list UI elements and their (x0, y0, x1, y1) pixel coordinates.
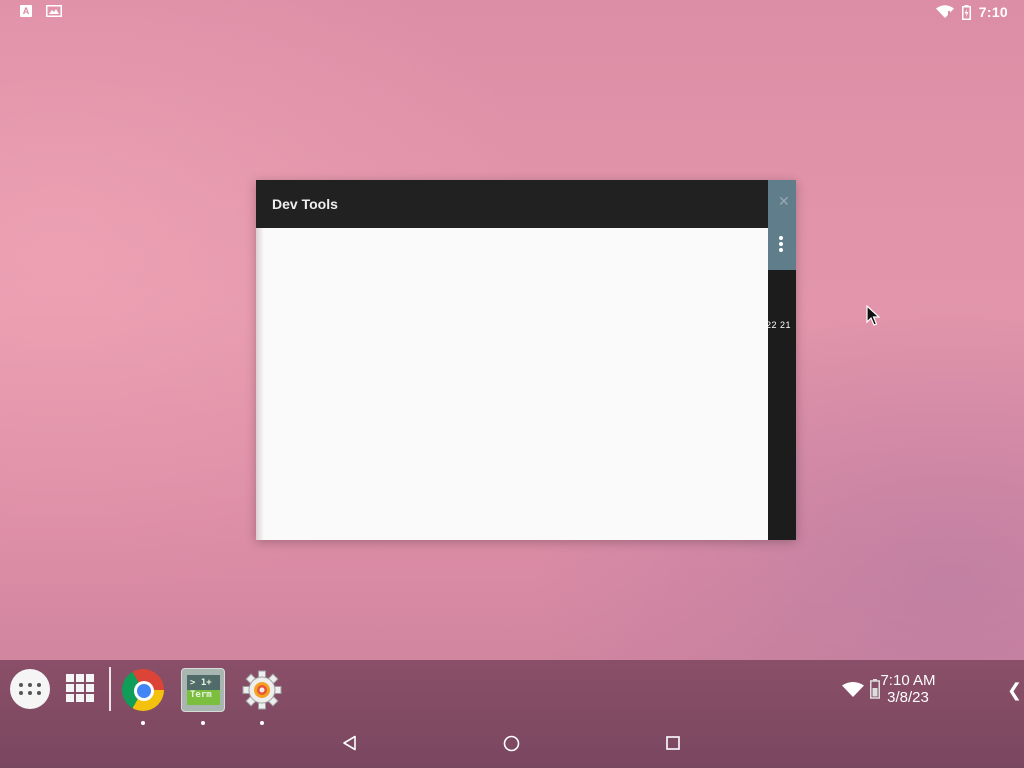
taskbar: > 1+ Term 7:10 AM 3/8/23 ❮ (0, 660, 1024, 768)
home-icon[interactable] (503, 735, 520, 752)
window-titlebar[interactable]: Dev Tools (256, 180, 768, 228)
background-window-strip[interactable]: ✕ 22 21 (766, 180, 796, 540)
chrome-icon (122, 669, 164, 711)
battery-icon (961, 4, 971, 20)
status-bar: A 7:10 (0, 0, 1024, 24)
window-content[interactable] (256, 228, 768, 540)
chevron-left-icon[interactable]: ❮ (1007, 680, 1022, 701)
mouse-cursor-icon (866, 305, 880, 326)
background-window-header: ✕ (768, 180, 796, 270)
status-clock: 7:10 (978, 4, 1008, 20)
settings-gear-icon (242, 670, 282, 710)
terminal-icon-prompt: > 1+ (190, 678, 212, 688)
status-notifications: A (20, 5, 62, 17)
close-icon[interactable]: ✕ (778, 193, 790, 210)
app-drawer-icon (19, 683, 41, 695)
terminal-app[interactable]: > 1+ Term (181, 668, 225, 725)
overflow-menu-icon[interactable] (779, 236, 783, 254)
text-a-icon: A (20, 5, 32, 17)
status-system: 7:10 (935, 4, 1008, 20)
back-icon[interactable] (342, 735, 358, 751)
recent-apps-grid-button[interactable] (66, 674, 94, 702)
clock-date: 3/8/23 (887, 689, 929, 706)
window-title: Dev Tools (272, 196, 338, 212)
terminal-icon: > 1+ Term (181, 668, 225, 712)
navigation-bar (0, 720, 1024, 768)
recents-icon[interactable] (666, 736, 680, 750)
dev-tools-window[interactable]: Dev Tools ✕ 22 21 (256, 180, 796, 540)
settings-app[interactable] (240, 668, 284, 725)
clock-time: 7:10 AM (880, 672, 936, 689)
background-window-text: 22 21 (766, 320, 792, 330)
image-icon (46, 5, 62, 17)
system-tray[interactable]: 7:10 AM 3/8/23 ❮ (842, 660, 1024, 720)
wifi-icon (935, 5, 954, 18)
wifi-icon (842, 682, 864, 697)
taskbar-clock[interactable]: 7:10 AM 3/8/23 (878, 672, 938, 706)
terminal-icon-label: Term (190, 690, 212, 700)
app-drawer-button[interactable] (10, 669, 50, 709)
taskbar-divider (109, 667, 111, 711)
chrome-app[interactable] (121, 668, 165, 725)
